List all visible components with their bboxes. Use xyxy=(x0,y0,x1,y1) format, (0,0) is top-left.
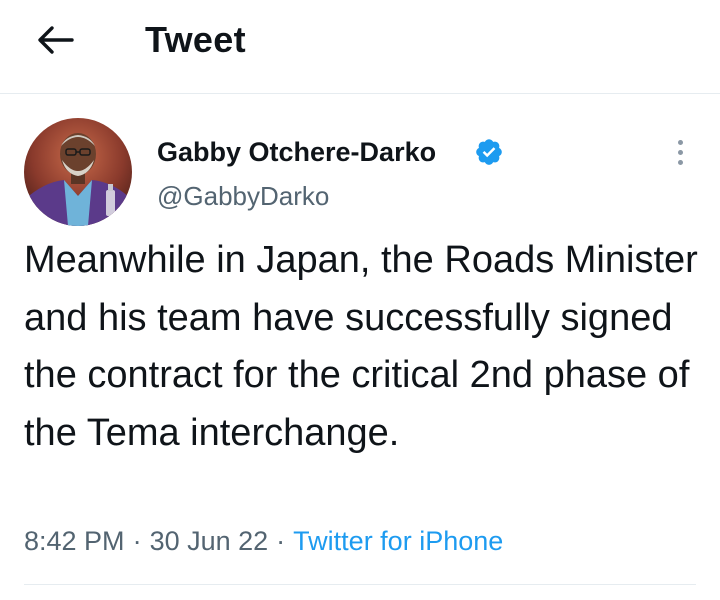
more-vertical-icon-dot xyxy=(677,139,683,145)
avatar[interactable] xyxy=(24,118,132,226)
tweet-date[interactable]: 30 Jun 22 xyxy=(150,526,269,556)
divider xyxy=(24,584,696,585)
avatar-image xyxy=(24,118,132,226)
page-title: Tweet xyxy=(145,19,246,60)
back-button[interactable] xyxy=(32,20,78,60)
top-bar: Tweet xyxy=(0,0,720,94)
tweet-source-link[interactable]: Twitter for iPhone xyxy=(293,526,503,556)
author-handle[interactable]: @GabbyDarko xyxy=(157,180,329,212)
tweet-text: Meanwhile in Japan, the Roads Minister a… xyxy=(24,239,698,454)
more-vertical-icon-dot xyxy=(677,149,683,155)
meta-separator: · xyxy=(276,526,286,556)
verified-badge-icon xyxy=(476,139,502,165)
author-display-name[interactable]: Gabby Otchere-Darko xyxy=(157,135,436,169)
more-options-button[interactable] xyxy=(664,132,696,172)
more-vertical-icon-dot xyxy=(677,159,683,165)
meta-separator: · xyxy=(132,526,142,556)
arrow-left-icon xyxy=(38,26,74,54)
tweet-metadata: 8:42 PM · 30 Jun 22 · Twitter for iPhone xyxy=(24,523,503,559)
tweet-time[interactable]: 8:42 PM xyxy=(24,526,125,556)
